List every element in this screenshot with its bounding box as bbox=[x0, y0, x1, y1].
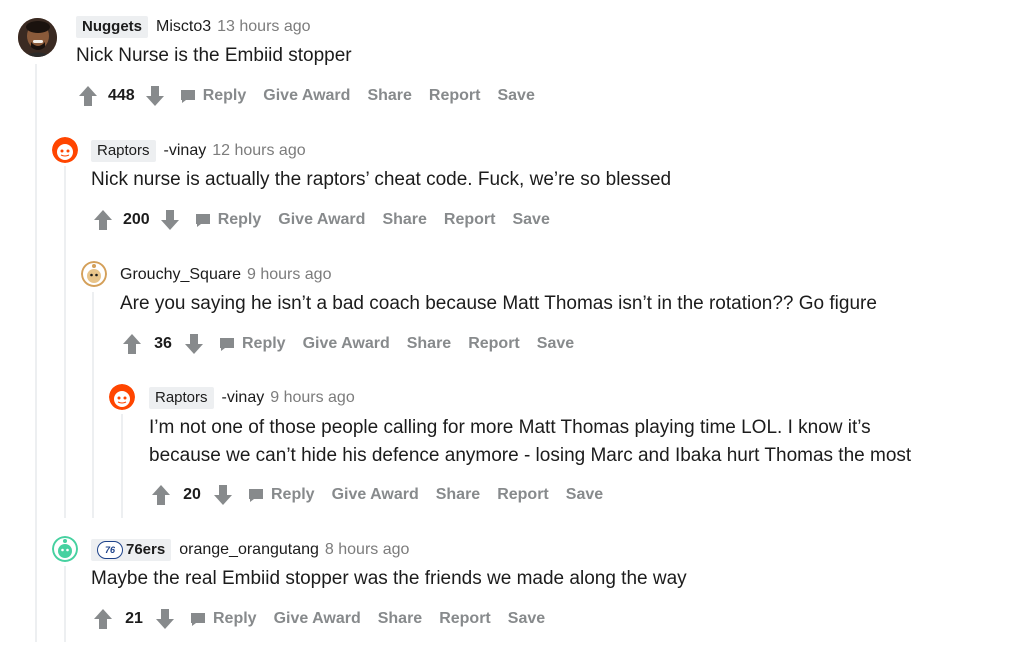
photo-avatar-icon bbox=[18, 18, 57, 57]
report-button[interactable]: Report bbox=[439, 610, 491, 628]
username[interactable]: orange_orangutang bbox=[179, 541, 319, 559]
user-flair[interactable]: 76 76ers bbox=[91, 539, 172, 561]
comment-body: Are you saying he isn’t a bad coach beca… bbox=[120, 293, 877, 314]
reply-label: Reply bbox=[213, 610, 257, 627]
save-button[interactable]: Save bbox=[566, 486, 603, 504]
avatar[interactable] bbox=[52, 536, 78, 562]
share-button[interactable]: Share bbox=[436, 486, 480, 504]
vote-score: 21 bbox=[125, 610, 143, 627]
comment-body-line: because we can’t hide his defence anymor… bbox=[149, 445, 912, 466]
share-button[interactable]: Share bbox=[367, 87, 411, 105]
vote-score: 448 bbox=[108, 87, 135, 104]
reply-button[interactable]: Reply bbox=[218, 335, 286, 353]
comment-body-line: I’m not one of those people calling for … bbox=[149, 417, 871, 438]
save-button[interactable]: Save bbox=[508, 610, 545, 628]
user-flair[interactable]: Nuggets bbox=[76, 16, 148, 38]
sixers-logo-icon: 76 bbox=[97, 541, 123, 559]
share-button[interactable]: Share bbox=[378, 610, 422, 628]
timestamp[interactable]: 12 hours ago bbox=[212, 142, 305, 160]
downvote-arrow-icon[interactable] bbox=[143, 84, 167, 108]
save-button[interactable]: Save bbox=[512, 211, 549, 229]
snoo-red-avatar-icon bbox=[52, 137, 78, 163]
comment-body: Maybe the real Embiid stopper was the fr… bbox=[91, 568, 687, 589]
upvote-arrow-icon[interactable] bbox=[76, 84, 100, 108]
avatar[interactable] bbox=[18, 18, 57, 57]
reply-label: Reply bbox=[202, 87, 247, 104]
comment-body: Nick nurse is actually the raptors’ chea… bbox=[91, 169, 672, 190]
avatar[interactable] bbox=[52, 137, 78, 163]
save-button[interactable]: Save bbox=[497, 87, 534, 105]
upvote-arrow-icon[interactable] bbox=[91, 607, 115, 631]
timestamp[interactable]: 9 hours ago bbox=[247, 266, 332, 284]
user-flair[interactable]: Raptors bbox=[149, 387, 214, 409]
username[interactable]: -vinay bbox=[222, 389, 265, 407]
reply-button[interactable]: Reply bbox=[247, 486, 315, 504]
thread-line[interactable] bbox=[64, 566, 66, 642]
save-button[interactable]: Save bbox=[537, 335, 574, 353]
thread-line[interactable] bbox=[121, 414, 123, 518]
comment-header: Nuggets Miscto3 13 hours ago bbox=[76, 16, 311, 38]
thread-line[interactable] bbox=[92, 292, 94, 518]
vote-score: 200 bbox=[123, 211, 150, 228]
timestamp[interactable]: 13 hours ago bbox=[217, 18, 310, 36]
comment-actions: 36 Reply Give Award Share Report Save bbox=[120, 330, 574, 358]
snoo-tan-avatar-icon bbox=[81, 261, 107, 287]
report-button[interactable]: Report bbox=[429, 87, 481, 105]
downvote-arrow-icon[interactable] bbox=[182, 332, 206, 356]
comment-header: Raptors -vinay 12 hours ago bbox=[91, 140, 306, 162]
comment-actions: 200 Reply Give Award Share Report Save bbox=[91, 206, 550, 234]
downvote-arrow-icon[interactable] bbox=[158, 208, 182, 232]
comment-bubble-icon bbox=[220, 338, 234, 351]
downvote-arrow-icon[interactable] bbox=[211, 483, 235, 507]
timestamp[interactable]: 9 hours ago bbox=[270, 389, 355, 407]
give-award-button[interactable]: Give Award bbox=[274, 610, 361, 628]
username[interactable]: -vinay bbox=[164, 142, 207, 160]
reply-button[interactable]: Reply bbox=[194, 211, 262, 229]
reply-button[interactable]: Reply bbox=[179, 87, 247, 105]
vote-score: 36 bbox=[154, 335, 172, 352]
give-award-button[interactable]: Give Award bbox=[332, 486, 419, 504]
give-award-button[interactable]: Give Award bbox=[278, 211, 365, 229]
snoo-teal-avatar-icon bbox=[52, 536, 78, 562]
comment-body: Nick Nurse is the Embiid stopper bbox=[76, 45, 352, 66]
comment-actions: 21 Reply Give Award Share Report Save bbox=[91, 605, 545, 633]
username[interactable]: Grouchy_Square bbox=[120, 266, 241, 284]
give-award-button[interactable]: Give Award bbox=[263, 87, 350, 105]
avatar[interactable] bbox=[81, 261, 107, 287]
thread-line[interactable] bbox=[35, 64, 37, 642]
user-flair[interactable]: Raptors bbox=[91, 140, 156, 162]
reply-label: Reply bbox=[217, 211, 262, 228]
comment-actions: 20 Reply Give Award Share Report Save bbox=[149, 481, 603, 509]
upvote-arrow-icon[interactable] bbox=[91, 208, 115, 232]
avatar[interactable] bbox=[109, 384, 135, 410]
comment-header: Grouchy_Square 9 hours ago bbox=[120, 264, 331, 286]
comment-actions: 448 Reply Give Award Share Report Save bbox=[76, 82, 535, 110]
snoo-red-avatar-icon bbox=[109, 384, 135, 410]
thread-line[interactable] bbox=[64, 166, 66, 518]
comment-header: 76 76ers orange_orangutang 8 hours ago bbox=[91, 539, 409, 561]
report-button[interactable]: Report bbox=[444, 211, 496, 229]
reply-button[interactable]: Reply bbox=[189, 610, 257, 628]
comment-header: Raptors -vinay 9 hours ago bbox=[149, 387, 355, 409]
share-button[interactable]: Share bbox=[407, 335, 451, 353]
report-button[interactable]: Report bbox=[497, 486, 549, 504]
give-award-button[interactable]: Give Award bbox=[303, 335, 390, 353]
comment-bubble-icon bbox=[191, 613, 205, 626]
report-button[interactable]: Report bbox=[468, 335, 520, 353]
reply-label: Reply bbox=[242, 335, 286, 352]
share-button[interactable]: Share bbox=[382, 211, 426, 229]
downvote-arrow-icon[interactable] bbox=[153, 607, 177, 631]
upvote-arrow-icon[interactable] bbox=[149, 483, 173, 507]
reply-label: Reply bbox=[271, 486, 315, 503]
vote-score: 20 bbox=[183, 486, 201, 503]
comment-bubble-icon bbox=[249, 489, 263, 502]
timestamp[interactable]: 8 hours ago bbox=[325, 541, 410, 559]
upvote-arrow-icon[interactable] bbox=[120, 332, 144, 356]
comment-bubble-icon bbox=[180, 90, 195, 103]
flair-text: 76ers bbox=[126, 541, 166, 558]
comment-bubble-icon bbox=[195, 214, 210, 227]
username[interactable]: Miscto3 bbox=[156, 18, 211, 36]
